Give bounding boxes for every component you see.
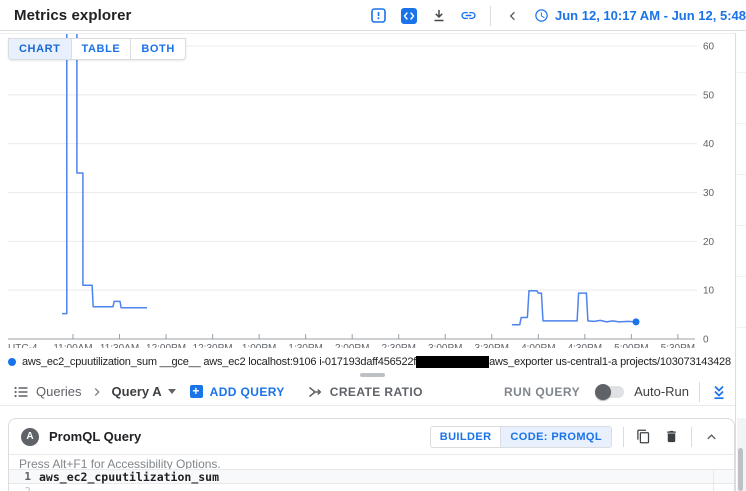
panel-resize-handle[interactable] xyxy=(360,373,385,377)
svg-text:UTC-4: UTC-4 xyxy=(8,343,38,348)
download-icon[interactable] xyxy=(430,7,447,24)
svg-text:4:30PM: 4:30PM xyxy=(568,343,602,348)
promql-query-panel: A PromQL Query BUILDER CODE: PROMQL xyxy=(8,418,735,491)
create-ratio-label: CREATE RATIO xyxy=(330,385,423,399)
promql-panel-header: A PromQL Query BUILDER CODE: PROMQL xyxy=(9,419,734,455)
plus-icon: + xyxy=(190,385,203,398)
code-line-2[interactable]: 2 xyxy=(9,484,734,491)
queries-breadcrumb: Queries Query A xyxy=(13,384,176,400)
strip-line xyxy=(737,123,746,124)
legend-text-before: aws_ec2_cpuutilization_sum __gce__ aws_e… xyxy=(22,356,416,368)
svg-text:2:30PM: 2:30PM xyxy=(381,343,415,348)
create-ratio-button[interactable]: CREATE RATIO xyxy=(307,384,423,400)
query-name: Query A xyxy=(112,384,162,399)
svg-text:50: 50 xyxy=(703,90,715,101)
copy-icon[interactable] xyxy=(635,428,652,445)
promql-panel-title: PromQL Query xyxy=(49,429,141,444)
list-icon xyxy=(13,384,29,400)
query-selector[interactable]: Query A xyxy=(112,384,176,399)
header-actions: Jun 12, 10:17 AM - Jun 12, 5:48 xyxy=(366,0,746,31)
metrics-line-chart[interactable]: 0 10 20 30 40 50 60 UTC-4 11:00AM 11:30AM 12:00PM 1… xyxy=(0,34,735,348)
svg-text:0: 0 xyxy=(703,335,709,346)
header: Metrics explorer Jun 12, 10:17 AM - Jun … xyxy=(0,0,746,31)
svg-text:11:30AM: 11:30AM xyxy=(100,343,139,348)
strip-line xyxy=(737,225,746,226)
code-text: aws_ec2_cpuutilization_sum xyxy=(39,470,219,484)
toolbar-right: RUN QUERY Auto-Run xyxy=(504,382,727,402)
time-range-text: Jun 12, 10:17 AM - Jun 12, 5:48 xyxy=(555,8,746,23)
svg-text:1:00PM: 1:00PM xyxy=(242,343,276,348)
chevron-left-icon[interactable] xyxy=(504,7,521,24)
strip-line xyxy=(737,327,746,328)
tab-code-promql[interactable]: CODE: PROMQL xyxy=(501,427,611,447)
code-line-1[interactable]: 1 aws_ec2_cpuutilization_sum xyxy=(9,469,734,484)
svg-text:12:30PM: 12:30PM xyxy=(193,343,233,348)
svg-text:2:00PM: 2:00PM xyxy=(335,343,369,348)
svg-text:10: 10 xyxy=(703,286,715,297)
run-query-button[interactable]: RUN QUERY xyxy=(504,385,580,399)
toggle-knob xyxy=(595,384,611,400)
promql-code-editor[interactable]: Press Alt+F1 for Accessibility Options. … xyxy=(9,455,734,491)
chart-view-toggle: CHART TABLE BOTH xyxy=(8,38,186,60)
tab-table[interactable]: TABLE xyxy=(72,39,132,59)
scrollbar-thumb[interactable] xyxy=(738,448,743,491)
legend-series-dot xyxy=(8,358,16,366)
svg-text:5:00PM: 5:00PM xyxy=(614,343,648,348)
add-query-label: ADD QUERY xyxy=(210,385,285,399)
chevron-up-icon xyxy=(703,428,720,446)
svg-text:1:30PM: 1:30PM xyxy=(288,343,322,348)
code-icon[interactable] xyxy=(400,7,417,24)
chevron-right-icon xyxy=(89,384,105,400)
tab-chart[interactable]: CHART xyxy=(9,39,72,59)
panel-header-actions: BUILDER CODE: PROMQL xyxy=(430,426,720,448)
accessibility-hint: Press Alt+F1 for Accessibility Options. xyxy=(9,455,734,469)
legend-redacted-box xyxy=(416,356,489,368)
legend-text-after: aws_exporter us-central1-a projects/1030… xyxy=(489,356,731,368)
svg-text:11:00AM: 11:00AM xyxy=(53,343,92,348)
auto-run-toggle[interactable] xyxy=(596,386,624,398)
toolbar-divider xyxy=(699,382,700,402)
time-range-selector[interactable]: Jun 12, 10:17 AM - Jun 12, 5:48 xyxy=(534,8,746,23)
caret-down-icon xyxy=(168,389,176,394)
svg-text:40: 40 xyxy=(703,139,715,150)
svg-text:20: 20 xyxy=(703,237,715,248)
feedback-icon[interactable] xyxy=(370,7,387,24)
panel-divider-1 xyxy=(623,427,624,447)
query-badge: A xyxy=(21,428,39,446)
strip-line xyxy=(737,72,746,73)
strip-line xyxy=(737,276,746,277)
header-divider xyxy=(490,6,491,26)
page-scrollbar[interactable] xyxy=(735,33,746,491)
svg-text:30: 30 xyxy=(703,188,715,199)
svg-text:4:00PM: 4:00PM xyxy=(521,343,555,348)
tab-builder[interactable]: BUILDER xyxy=(431,427,502,447)
line-number: 2 xyxy=(9,485,31,491)
svg-text:12:00PM: 12:00PM xyxy=(146,343,186,348)
strip-line xyxy=(737,174,746,175)
double-chevron-down-icon xyxy=(711,384,727,400)
auto-run-label: Auto-Run xyxy=(634,384,689,399)
svg-text:60: 60 xyxy=(703,42,715,53)
collapse-all-queries-button[interactable] xyxy=(710,383,727,400)
queries-toolbar: Queries Query A + ADD QUERY CREATE RATIO… xyxy=(0,378,735,406)
svg-text:5:30PM: 5:30PM xyxy=(661,343,695,348)
page-title: Metrics explorer xyxy=(14,7,131,24)
metrics-explorer-app: Metrics explorer Jun 12, 10:17 AM - Jun … xyxy=(0,0,746,491)
add-query-button[interactable]: + ADD QUERY xyxy=(190,385,285,399)
delete-icon[interactable] xyxy=(663,428,680,445)
chart-legend[interactable]: aws_ec2_cpuutilization_sum __gce__ aws_e… xyxy=(8,354,731,370)
link-icon[interactable] xyxy=(460,7,477,24)
editor-print-margin xyxy=(713,469,714,491)
svg-text:3:30PM: 3:30PM xyxy=(475,343,509,348)
clock-icon xyxy=(534,8,549,23)
query-mode-toggle: BUILDER CODE: PROMQL xyxy=(430,426,612,448)
queries-label: Queries xyxy=(36,384,82,399)
tab-both[interactable]: BOTH xyxy=(131,39,185,59)
create-ratio-icon xyxy=(307,384,323,400)
svg-text:3:00PM: 3:00PM xyxy=(428,343,462,348)
collapse-panel-button[interactable] xyxy=(703,428,720,445)
panel-divider-2 xyxy=(691,427,692,447)
line-number: 1 xyxy=(9,470,31,483)
chart-card: 0 10 20 30 40 50 60 UTC-4 11:00AM 11:30AM 12:00PM 1… xyxy=(0,33,735,371)
